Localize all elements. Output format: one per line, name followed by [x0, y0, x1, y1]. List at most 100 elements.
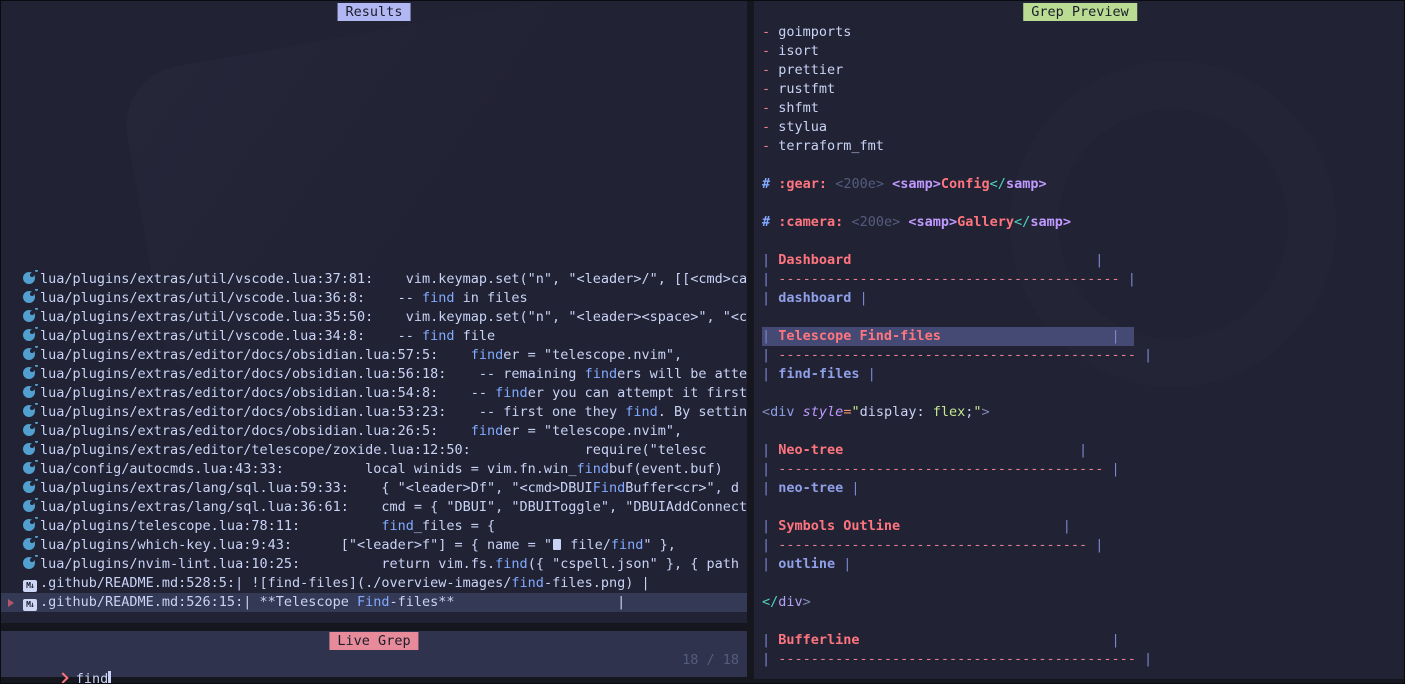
- results-panel: Results lua/plugins/extras/util/vscode.l…: [1, 1, 747, 623]
- preview-line: | Neo-tree |: [762, 441, 1405, 460]
- result-path: lua/plugins/extras/editor/docs/obsidian.…: [40, 423, 438, 439]
- preview-line: | Dashboard |: [762, 251, 1405, 270]
- lua-file-icon: [23, 367, 35, 379]
- result-counter: 18 / 18: [682, 651, 739, 670]
- lua-file-icon: [23, 481, 35, 493]
- preview-line: | --------------------------------------…: [762, 536, 1405, 555]
- lua-file-icon: [23, 519, 35, 531]
- result-row[interactable]: lua/plugins/extras/editor/docs/obsidian.…: [1, 346, 747, 365]
- preview-line-highlighted: | Telescope Find-files |: [762, 327, 1134, 346]
- result-row[interactable]: lua/plugins/extras/editor/docs/obsidian.…: [1, 365, 747, 384]
- preview-panel-title: Grep Preview: [1023, 3, 1137, 21]
- preview-line: | dashboard |: [762, 289, 1405, 308]
- lua-file-icon: [23, 348, 35, 360]
- result-path: lua/plugins/extras/editor/telescope/zoxi…: [40, 442, 471, 458]
- result-row[interactable]: lua/plugins/extras/editor/docs/obsidian.…: [1, 403, 747, 422]
- result-path: lua/plugins/which-key.lua:9:43:: [40, 537, 292, 553]
- preview-line: - rustfmt: [762, 80, 1405, 99]
- preview-line: | --------------------------------------…: [762, 270, 1405, 289]
- result-row[interactable]: lua/plugins/extras/lang/sql.lua:36:61: c…: [1, 498, 747, 517]
- result-path: lua/plugins/extras/util/vscode.lua:34:8:: [40, 328, 365, 344]
- result-path: lua/plugins/extras/editor/docs/obsidian.…: [40, 347, 438, 363]
- preview-line: [762, 612, 1405, 631]
- prompt-panel: Live Grep find 18 / 18: [1, 631, 747, 677]
- prompt-line: find 18 / 18: [1, 651, 747, 670]
- results-panel-title: Results: [338, 3, 411, 21]
- result-row[interactable]: M↓.github/README.md:528:5:| ![find-files…: [1, 574, 747, 593]
- preview-line: - terraform_fmt: [762, 137, 1405, 156]
- telescope-live-grep-screen: Results lua/plugins/extras/util/vscode.l…: [0, 0, 1405, 684]
- results-list: lua/plugins/extras/util/vscode.lua:37:81…: [1, 270, 747, 612]
- result-path: lua/plugins/nvim-lint.lua:10:25:: [40, 556, 300, 572]
- lua-file-icon: [23, 291, 35, 303]
- result-row[interactable]: lua/plugins/nvim-lint.lua:10:25: return …: [1, 555, 747, 574]
- preview-line: - isort: [762, 42, 1405, 61]
- result-row[interactable]: lua/config/autocmds.lua:43:33: local win…: [1, 460, 747, 479]
- result-row[interactable]: lua/plugins/extras/util/vscode.lua:34:8:…: [1, 327, 747, 346]
- result-row[interactable]: lua/plugins/extras/util/vscode.lua:36:8:…: [1, 289, 747, 308]
- result-row[interactable]: lua/plugins/extras/util/vscode.lua:35:50…: [1, 308, 747, 327]
- preview-line: [762, 574, 1405, 593]
- preview-line: | --------------------------------------…: [762, 460, 1405, 479]
- result-row[interactable]: lua/plugins/extras/editor/telescope/zoxi…: [1, 441, 747, 460]
- preview-line: | outline |: [762, 555, 1405, 574]
- preview-line: - prettier: [762, 61, 1405, 80]
- preview-line: # :gear: <200e> <samp>Config</samp>: [762, 175, 1405, 194]
- preview-line: </div>: [762, 593, 1405, 612]
- result-path: lua/plugins/extras/util/vscode.lua:36:8:: [40, 290, 365, 306]
- result-row[interactable]: M↓.github/README.md:526:15:| **Telescope…: [1, 593, 747, 612]
- markdown-file-icon: M↓: [23, 599, 37, 611]
- search-input[interactable]: find: [76, 671, 109, 684]
- lua-file-icon: [23, 462, 35, 474]
- result-path: .github/README.md:526:15:: [40, 594, 243, 610]
- text-cursor: [108, 671, 111, 684]
- preview-line: | Symbols Outline |: [762, 517, 1405, 536]
- result-row[interactable]: lua/plugins/extras/util/vscode.lua:37:81…: [1, 270, 747, 289]
- result-row[interactable]: lua/plugins/extras/lang/sql.lua:59:33: {…: [1, 479, 747, 498]
- preview-line: # :camera: <200e> <samp>Gallery</samp>: [762, 213, 1405, 232]
- result-row[interactable]: lua/plugins/which-key.lua:9:43: ["<leade…: [1, 536, 747, 555]
- preview-content: - goimports- isort- prettier- rustfmt- s…: [754, 23, 1405, 669]
- preview-line: [762, 384, 1405, 403]
- lua-file-icon: [23, 405, 35, 417]
- lua-file-icon: [23, 329, 35, 341]
- preview-line: | Bufferline |: [762, 631, 1405, 650]
- preview-line: [762, 422, 1405, 441]
- preview-line: - stylua: [762, 118, 1405, 137]
- result-path: lua/config/autocmds.lua:43:33:: [40, 461, 284, 477]
- lua-file-icon: [23, 272, 35, 284]
- lua-file-icon: [23, 500, 35, 512]
- preview-line: | find-files |: [762, 365, 1405, 384]
- file-icon: [553, 539, 561, 550]
- preview-line: <div style="display: flex;">: [762, 403, 1405, 422]
- preview-line: | neo-tree |: [762, 479, 1405, 498]
- markdown-file-icon: M↓: [23, 580, 37, 592]
- lua-file-icon: [23, 443, 35, 455]
- preview-line: | --------------------------------------…: [762, 346, 1405, 365]
- result-path: lua/plugins/telescope.lua:78:11:: [40, 518, 300, 534]
- result-row[interactable]: lua/plugins/extras/editor/docs/obsidian.…: [1, 422, 747, 441]
- result-row[interactable]: lua/plugins/extras/editor/docs/obsidian.…: [1, 384, 747, 403]
- result-path: lua/plugins/extras/lang/sql.lua:36:61:: [40, 499, 349, 515]
- prompt-panel-title: Live Grep: [329, 632, 418, 650]
- lua-file-icon: [23, 424, 35, 436]
- preview-line: - goimports: [762, 23, 1405, 42]
- lua-file-icon: [23, 557, 35, 569]
- result-path: lua/plugins/extras/editor/docs/obsidian.…: [40, 385, 438, 401]
- preview-line: [762, 194, 1405, 213]
- selection-caret-icon: [8, 599, 14, 607]
- result-path: lua/plugins/extras/editor/docs/obsidian.…: [40, 404, 446, 420]
- result-path: .github/README.md:528:5:: [40, 575, 235, 591]
- preview-line: - shfmt: [762, 99, 1405, 118]
- result-path: lua/plugins/extras/util/vscode.lua:37:81…: [40, 271, 373, 287]
- result-path: lua/plugins/extras/editor/docs/obsidian.…: [40, 366, 446, 382]
- result-row[interactable]: lua/plugins/telescope.lua:78:11: find_fi…: [1, 517, 747, 536]
- result-path: lua/plugins/extras/util/vscode.lua:35:50…: [40, 309, 373, 325]
- preview-line: [762, 232, 1405, 251]
- preview-line: [762, 498, 1405, 517]
- prompt-caret-icon: [58, 671, 70, 683]
- preview-line: [762, 308, 1405, 327]
- result-path: lua/plugins/extras/lang/sql.lua:59:33:: [40, 480, 349, 496]
- lua-file-icon: [23, 538, 35, 550]
- lua-file-icon: [23, 310, 35, 322]
